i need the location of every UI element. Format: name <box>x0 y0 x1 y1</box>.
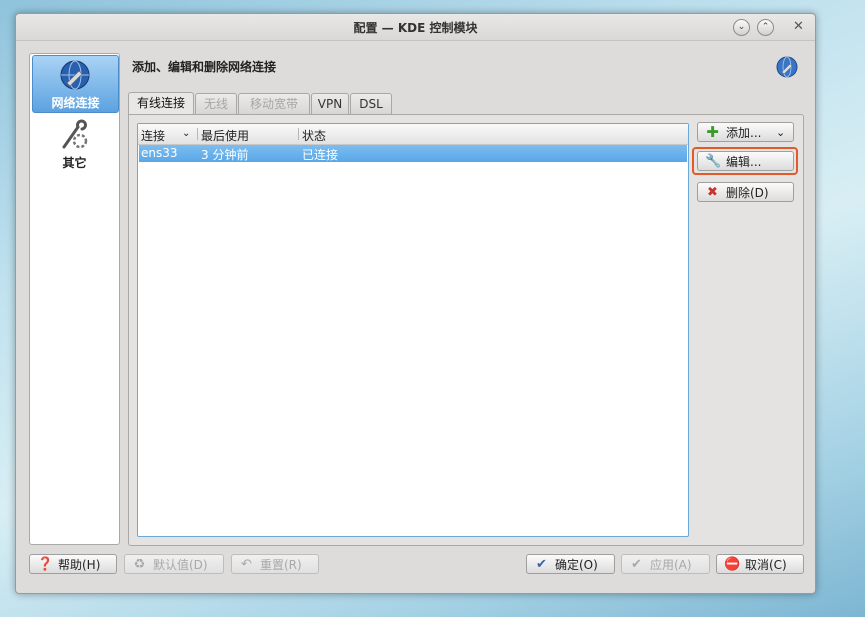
checkmark-icon: ✔ <box>536 557 547 572</box>
add-connection-button[interactable]: ✚ 添加... ⌄ <box>697 122 794 142</box>
restore-defaults-icon: ♻ <box>133 557 146 572</box>
delete-connection-button[interactable]: ✖ 删除(D) <box>697 182 794 202</box>
column-header-status[interactable]: 状态 <box>302 127 326 144</box>
tab-vpn[interactable]: VPN <box>311 93 349 115</box>
apply-button: ✔ 应用(A) <box>621 554 710 574</box>
plus-icon: ✚ <box>706 123 719 141</box>
tab-dsl[interactable]: DSL <box>350 93 392 115</box>
column-header-last-used[interactable]: 最后使用 <box>201 127 249 144</box>
add-button-label: 添加... <box>726 126 762 140</box>
network-globe-icon <box>60 60 90 90</box>
title-bar[interactable]: 配置 — KDE 控制模块 ⌄ ⌃ ✕ <box>16 14 815 41</box>
sidebar-item-label: 网络连接 <box>51 96 100 110</box>
delete-x-icon: ✖ <box>707 185 718 200</box>
wrench-gear-icon <box>62 119 88 149</box>
edit-button-label: 编辑... <box>726 155 762 169</box>
column-separator <box>298 128 299 140</box>
list-header: 连接 ⌄ 最后使用 状态 <box>138 124 688 145</box>
sort-chevron-down-icon: ⌄ <box>182 128 191 139</box>
tab-wireless: 无线 <box>195 93 237 115</box>
category-sidebar: 网络连接 其它 <box>29 53 120 545</box>
chevron-up-icon: ⌃ <box>761 22 770 32</box>
cancel-button[interactable]: ⛔ 取消(C) <box>716 554 804 574</box>
help-button[interactable]: ❓ 帮助(H) <box>29 554 117 574</box>
chevron-down-icon: ⌄ <box>737 22 746 32</box>
table-row[interactable]: ens33 3 分钟前 已连接 <box>139 145 687 162</box>
connection-list[interactable]: 连接 ⌄ 最后使用 状态 ens33 3 分钟前 已连接 <box>137 123 689 537</box>
tab-wired[interactable]: 有线连接 <box>128 92 194 116</box>
wired-tab-panel: 连接 ⌄ 最后使用 状态 ens33 3 分钟前 已连接 <box>128 114 804 546</box>
cell-connection-name: ens33 <box>141 146 178 160</box>
ok-button-label: 确定(O) <box>555 558 598 572</box>
close-button[interactable]: ✕ <box>791 19 806 34</box>
wrench-icon: 🔧 <box>705 154 722 169</box>
defaults-button: ♻ 默认值(D) <box>124 554 224 574</box>
cancel-button-label: 取消(C) <box>745 558 787 572</box>
column-separator <box>197 128 198 140</box>
edit-connection-button[interactable]: 🔧 编辑... <box>697 151 794 171</box>
cancel-icon: ⛔ <box>724 557 741 572</box>
defaults-button-label: 默认值(D) <box>153 558 208 572</box>
apply-button-label: 应用(A) <box>650 558 692 572</box>
cell-status: 已连接 <box>302 148 339 162</box>
help-button-label: 帮助(H) <box>58 558 101 572</box>
sidebar-item-label: 其它 <box>62 156 87 170</box>
ok-button[interactable]: ✔ 确定(O) <box>526 554 615 574</box>
sidebar-item-other[interactable]: 其它 <box>32 116 117 172</box>
column-header-connection[interactable]: 连接 <box>141 127 165 144</box>
tab-mobile-broadband: 移动宽带 <box>238 93 310 115</box>
checkmark-icon: ✔ <box>631 557 642 572</box>
delete-button-label: 删除(D) <box>726 186 769 200</box>
chevron-down-icon: ⌄ <box>776 126 786 139</box>
page-heading: 添加、编辑和删除网络连接 <box>132 60 277 74</box>
reset-button-label: 重置(R) <box>260 558 302 572</box>
close-icon: ✕ <box>793 19 804 34</box>
reset-button: ↶ 重置(R) <box>231 554 319 574</box>
maximize-button[interactable]: ⌃ <box>757 19 774 36</box>
sidebar-item-network[interactable]: 网络连接 <box>32 55 119 113</box>
help-book-icon: ❓ <box>37 557 54 572</box>
cell-last-used: 3 分钟前 <box>201 148 249 162</box>
undo-icon: ↶ <box>241 557 252 572</box>
window-title: 配置 — KDE 控制模块 <box>353 21 478 35</box>
minimize-button[interactable]: ⌄ <box>733 19 750 36</box>
kde-config-window: 配置 — KDE 控制模块 ⌄ ⌃ ✕ 网络连接 其它 添加、编辑和删除网络连接… <box>15 13 816 594</box>
help-globe-icon[interactable] <box>776 56 798 78</box>
